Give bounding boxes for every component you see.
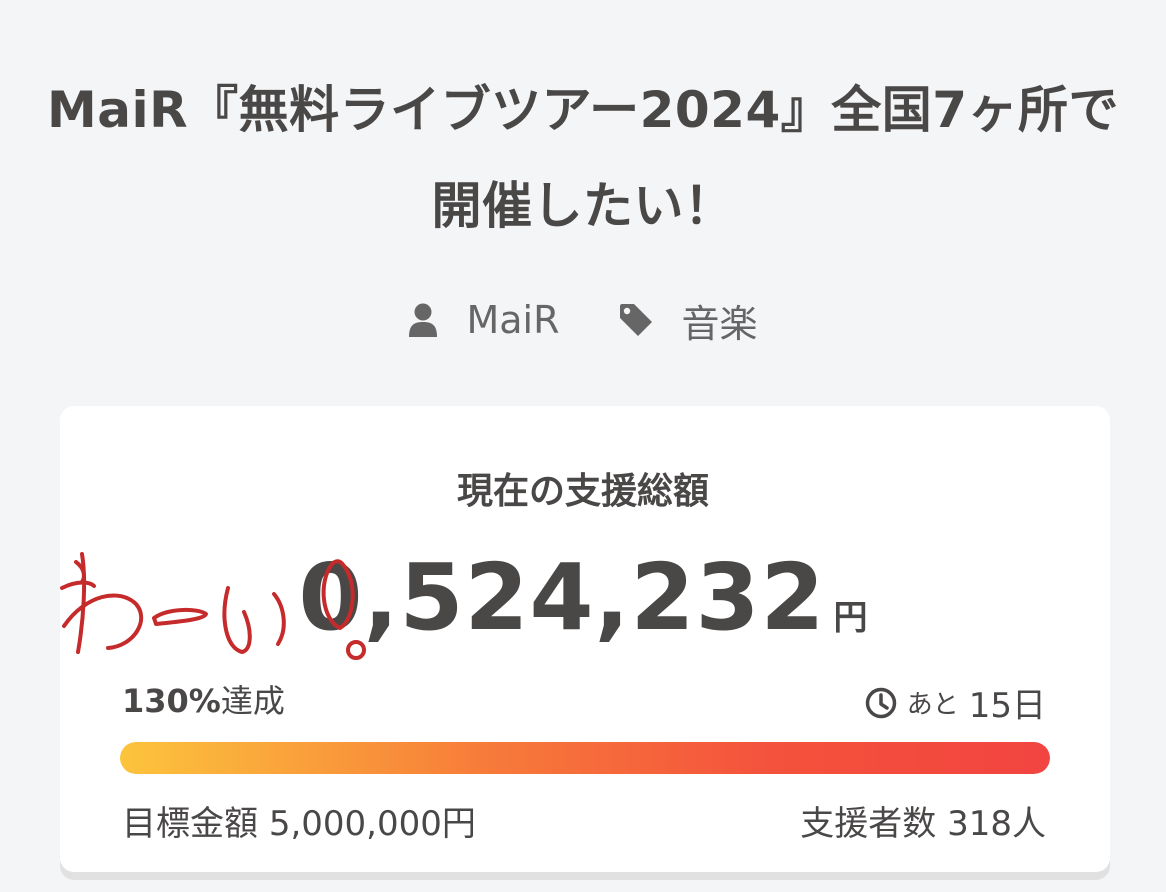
project-title: MaiR『無料ライブツアー2024』全国7ヶ所で開催したい！: [46, 81, 1120, 235]
category-name: 音楽: [681, 301, 758, 346]
goal-label: 目標金額: [122, 804, 258, 844]
remaining-days: 15日: [968, 686, 1046, 726]
owner-link[interactable]: MaiR: [408, 298, 560, 342]
funding-progress-bar: [120, 742, 1050, 774]
achievement-status: 130%達成: [122, 676, 285, 722]
time-remaining: あと 15日: [865, 678, 1046, 727]
backers-label: 支援者数: [800, 804, 937, 844]
goal-value: 5,000,000円: [268, 804, 476, 844]
tag-icon: [619, 304, 652, 336]
handwritten-annotation: [60, 552, 366, 660]
user-icon: [409, 303, 438, 337]
achievement-suffix: 達成: [220, 682, 285, 720]
category-link[interactable]: 音楽: [618, 293, 758, 348]
funding-label: 現在の支援総額: [456, 471, 709, 512]
owner-name: MaiR: [466, 298, 560, 342]
clock-icon: [865, 687, 896, 718]
goal-amount: 目標金額 5,000,000円: [122, 796, 476, 845]
remaining-prefix: あと: [906, 690, 959, 720]
achievement-percent: 130%: [122, 682, 221, 720]
backer-count: 支援者数 318人: [800, 796, 1046, 845]
backers-value: 318人: [947, 804, 1046, 844]
project-meta: MaiR 音楽: [0, 290, 1166, 350]
funding-currency: 円: [833, 598, 868, 638]
funding-progress-fill: [120, 742, 1050, 774]
